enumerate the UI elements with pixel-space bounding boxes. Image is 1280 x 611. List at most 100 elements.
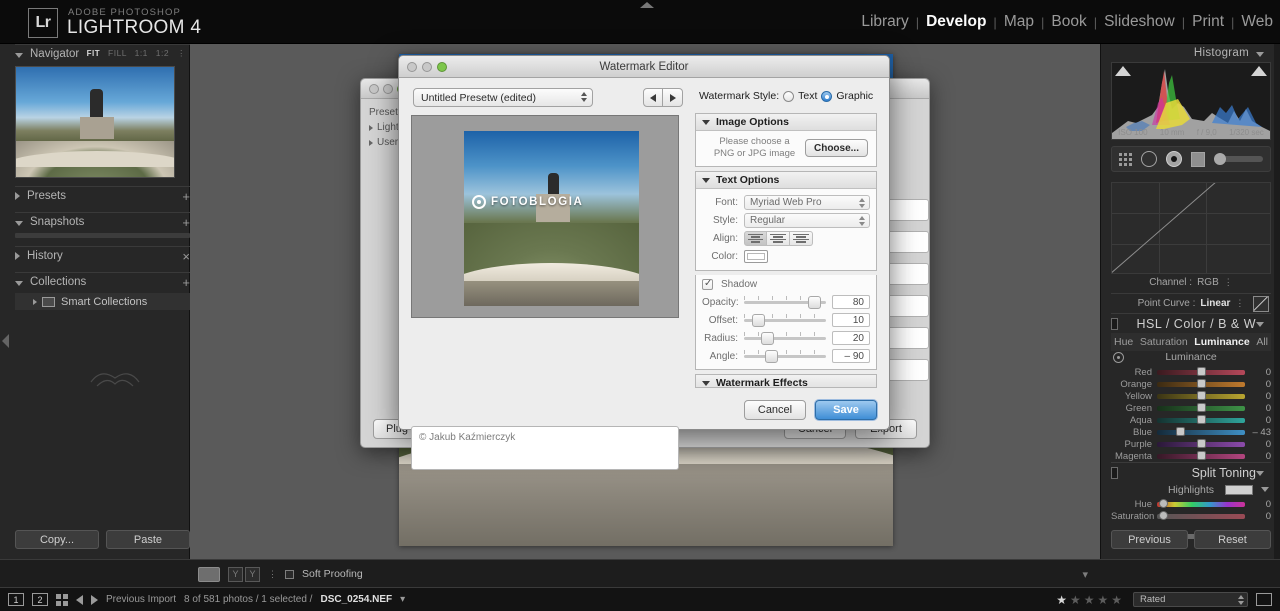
slider-handle[interactable] bbox=[1197, 451, 1207, 460]
module-web[interactable]: Web bbox=[1234, 13, 1280, 31]
choose-image-button[interactable]: Choose... bbox=[804, 139, 868, 157]
section-header-image-options[interactable]: Image Options bbox=[696, 114, 876, 131]
navigator-zoom-levels[interactable]: FIT FILL 1:1 1:2 ⋮ bbox=[87, 48, 186, 59]
close-icon[interactable] bbox=[369, 84, 379, 94]
adjustment-brush-icon[interactable] bbox=[1214, 153, 1263, 165]
watermark-preview-area[interactable]: FOTOBLOGIA bbox=[411, 115, 679, 318]
slider-handle[interactable] bbox=[1158, 499, 1168, 508]
toolbar-overflow-icon[interactable]: ▾ bbox=[1082, 568, 1088, 581]
history-clear-icon[interactable]: × bbox=[182, 249, 190, 264]
font-select[interactable]: Myriad Web Pro bbox=[744, 194, 870, 210]
opacity-value[interactable]: 80 bbox=[832, 295, 870, 309]
slider-handle[interactable] bbox=[761, 331, 775, 345]
blue-value[interactable]: – 43 bbox=[1245, 427, 1272, 438]
panel-header-presets[interactable]: Presets + bbox=[15, 186, 190, 204]
slider-handle[interactable] bbox=[807, 295, 821, 309]
tab-saturation[interactable]: Saturation bbox=[1140, 336, 1188, 348]
red-slider[interactable] bbox=[1157, 367, 1245, 376]
filter-select[interactable]: Rated bbox=[1133, 592, 1248, 607]
slider-handle[interactable] bbox=[1197, 379, 1207, 388]
point-curve-toggle-icon[interactable] bbox=[1253, 296, 1269, 312]
rating-stars[interactable]: ★★★★★ bbox=[1056, 593, 1125, 607]
st-sat-value[interactable]: 0 bbox=[1245, 511, 1271, 522]
purple-slider[interactable] bbox=[1157, 439, 1245, 448]
panel-header-navigator[interactable]: Navigator FIT FILL 1:1 1:2 ⋮ bbox=[15, 44, 190, 62]
radius-value[interactable]: 20 bbox=[832, 331, 870, 345]
stepper-icon[interactable]: ⋮ bbox=[1235, 298, 1244, 309]
current-filename[interactable]: DSC_0254.NEF bbox=[320, 594, 392, 605]
angle-value[interactable]: – 90 bbox=[832, 349, 870, 363]
filter-toggle-icon[interactable] bbox=[1256, 593, 1272, 606]
angle-slider[interactable] bbox=[744, 349, 826, 363]
stepper-icon[interactable] bbox=[859, 215, 865, 226]
stepper-icon[interactable] bbox=[581, 92, 587, 102]
chevron-down-icon[interactable] bbox=[1261, 487, 1269, 492]
st-hue-slider[interactable] bbox=[1157, 499, 1245, 508]
red-eye-icon[interactable] bbox=[1166, 151, 1182, 167]
st-sat-slider[interactable] bbox=[1157, 511, 1245, 520]
slider-handle[interactable] bbox=[1176, 427, 1186, 436]
slider-handle[interactable] bbox=[1197, 415, 1207, 424]
radio-graphic[interactable] bbox=[821, 90, 833, 102]
zoom-window-icon[interactable] bbox=[437, 62, 447, 72]
channel-row[interactable]: Channel : RGB ⋮ bbox=[1111, 274, 1271, 290]
slider-handle[interactable] bbox=[1197, 439, 1207, 448]
tab-hue[interactable]: Hue bbox=[1114, 336, 1133, 348]
zoom-stepper-icon[interactable]: ⋮ bbox=[177, 48, 186, 58]
minimize-icon[interactable] bbox=[422, 62, 432, 72]
stepper-icon[interactable] bbox=[1238, 595, 1244, 605]
right-scrollbar[interactable] bbox=[1274, 44, 1280, 559]
stepper-icon[interactable]: ⋮ bbox=[1224, 277, 1233, 288]
style-select[interactable]: Regular bbox=[744, 212, 870, 228]
top-panel-handle[interactable] bbox=[640, 2, 654, 8]
blue-slider[interactable] bbox=[1157, 427, 1245, 436]
before-after-stepper-icon[interactable]: ⋮ bbox=[268, 569, 277, 580]
loupe-view-icon[interactable] bbox=[198, 566, 220, 582]
crop-overlay-icon[interactable] bbox=[1119, 152, 1132, 166]
target-adjustment-icon[interactable] bbox=[1113, 352, 1124, 363]
magenta-slider[interactable] bbox=[1157, 451, 1245, 460]
panel-header-split-toning[interactable]: Split Toning bbox=[1111, 462, 1271, 482]
magenta-value[interactable]: 0 bbox=[1245, 451, 1271, 462]
radius-slider[interactable] bbox=[744, 331, 826, 345]
go-forward-icon[interactable] bbox=[91, 594, 98, 605]
watermark-cancel-button[interactable]: Cancel bbox=[744, 400, 806, 420]
panel-header-snapshots[interactable]: Snapshots + bbox=[15, 212, 190, 230]
slider-handle[interactable] bbox=[752, 313, 766, 327]
purple-value[interactable]: 0 bbox=[1245, 439, 1271, 450]
tab-luminance[interactable]: Luminance bbox=[1194, 336, 1249, 348]
collections-add-icon[interactable]: + bbox=[182, 275, 190, 290]
watermark-window-controls[interactable] bbox=[407, 62, 447, 72]
paste-button[interactable]: Paste bbox=[106, 530, 190, 549]
offset-value[interactable]: 10 bbox=[832, 313, 870, 327]
slider-handle[interactable] bbox=[1197, 367, 1207, 376]
align-right-icon[interactable] bbox=[790, 230, 813, 246]
tone-curve-graph[interactable] bbox=[1111, 182, 1271, 274]
grid-view-icon[interactable] bbox=[56, 593, 68, 606]
slider-handle[interactable] bbox=[1197, 403, 1207, 412]
watermark-editor-dialog[interactable]: Watermark Editor Untitled Presetw (edite… bbox=[398, 55, 890, 470]
screen-1-button[interactable]: 1 bbox=[8, 593, 24, 606]
go-back-icon[interactable] bbox=[76, 594, 83, 605]
zoom-fit[interactable]: FIT bbox=[87, 49, 101, 58]
filename-dropdown-icon[interactable]: ▾ bbox=[400, 594, 405, 605]
yellow-value[interactable]: 0 bbox=[1245, 391, 1271, 402]
watermark-text-input[interactable]: © Jakub Kaźmierczyk bbox=[411, 426, 679, 470]
slider-handle[interactable] bbox=[764, 349, 778, 363]
section-header-text-options[interactable]: Text Options bbox=[696, 172, 876, 189]
color-swatch[interactable] bbox=[744, 249, 768, 263]
left-panel-collapse-arrow[interactable] bbox=[2, 334, 9, 348]
zoom-1-1[interactable]: 1:1 bbox=[135, 48, 148, 58]
shadow-checkbox[interactable] bbox=[702, 278, 713, 290]
red-value[interactable]: 0 bbox=[1245, 367, 1271, 378]
panel-header-hsl[interactable]: HSL / Color / B & W bbox=[1111, 313, 1271, 333]
orange-value[interactable]: 0 bbox=[1245, 379, 1271, 390]
module-slideshow[interactable]: Slideshow bbox=[1097, 13, 1182, 31]
watermark-style-text-label[interactable]: Text bbox=[798, 90, 817, 102]
point-curve-row[interactable]: Point Curve : Linear ⋮ bbox=[1111, 293, 1271, 313]
green-slider[interactable] bbox=[1157, 403, 1245, 412]
watermark-preset-select[interactable]: Untitled Presetw (edited) bbox=[413, 88, 593, 107]
orange-slider[interactable] bbox=[1157, 379, 1245, 388]
list-item-smart-collections[interactable]: Smart Collections bbox=[15, 293, 190, 310]
copy-button[interactable]: Copy... bbox=[15, 530, 99, 549]
